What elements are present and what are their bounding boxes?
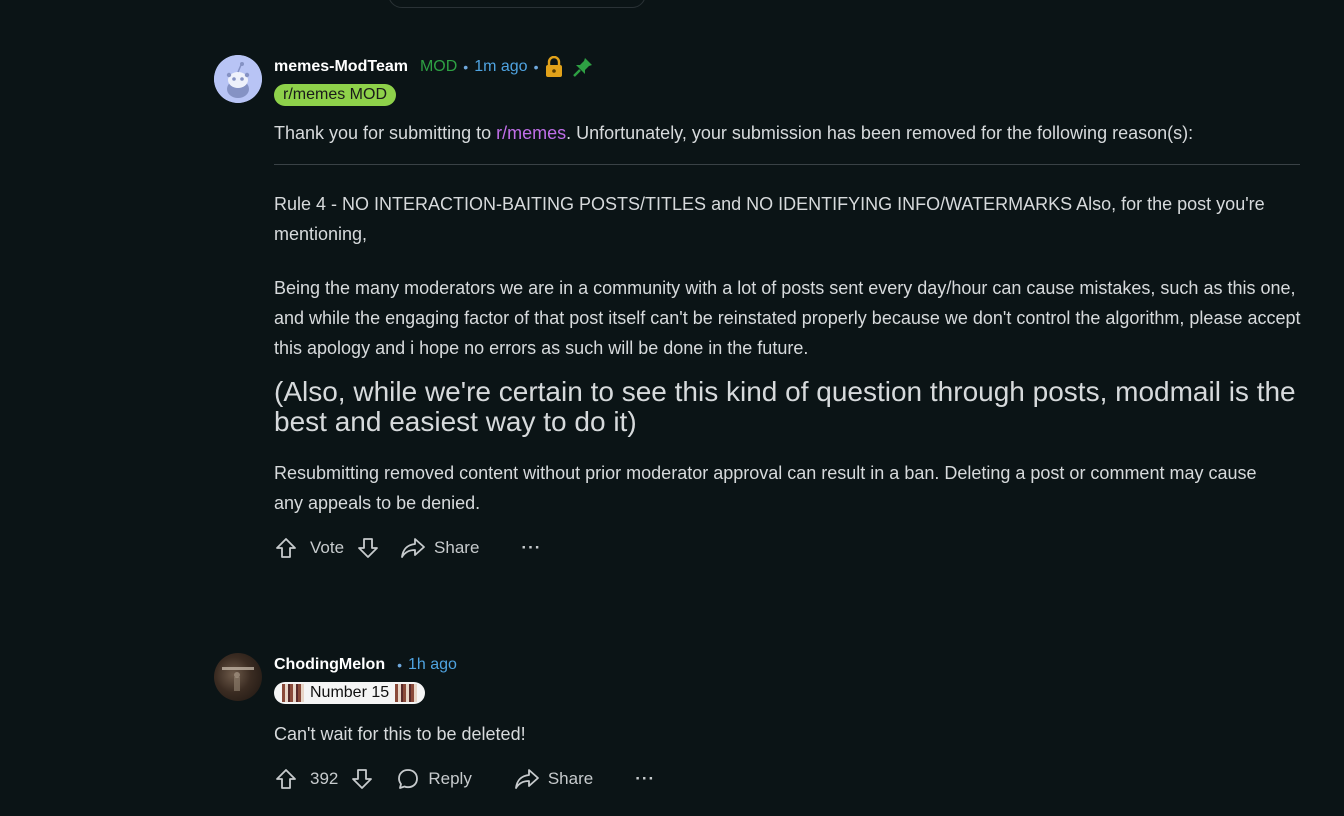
comment-actions: 392 Reply Share ··· xyxy=(274,763,1314,795)
reply-button[interactable]: Reply xyxy=(396,767,472,791)
mod-avatar[interactable] xyxy=(214,55,262,103)
share-button[interactable]: Share xyxy=(514,768,593,790)
user-flair: r/memes MOD xyxy=(274,84,396,106)
comment-text: Can't wait for this to be deleted! xyxy=(274,724,526,744)
share-button[interactable]: Share xyxy=(400,537,479,559)
separator-dot: • xyxy=(533,59,539,75)
modmail-note: (Also, while we're certain to see this k… xyxy=(274,376,1296,437)
more-options-button[interactable]: ··· xyxy=(635,769,655,789)
separator-dot: • xyxy=(397,657,402,673)
flair-emoji-image xyxy=(395,684,418,702)
search-bar-edge xyxy=(388,0,646,8)
intro-text: Thank you for submitting to r/memes. Unf… xyxy=(274,118,1284,148)
share-icon xyxy=(400,537,426,559)
lock-icon xyxy=(544,56,564,78)
author-name[interactable]: ChodingMelon xyxy=(274,656,385,674)
mod-label: MOD xyxy=(419,58,458,75)
more-options-button[interactable]: ··· xyxy=(521,538,541,558)
downvote-icon[interactable] xyxy=(356,536,380,560)
upvote-icon[interactable] xyxy=(274,536,298,560)
comment-actions: Vote Share ··· xyxy=(274,532,1314,564)
intro-text-end: . Unfortunately, your submission has bee… xyxy=(566,123,1194,143)
separator-dot: • xyxy=(463,59,469,75)
author-name[interactable]: memes-ModTeam xyxy=(274,58,408,76)
apology-text: Being the many moderators we are in a co… xyxy=(274,278,1301,358)
flair-text: Number 15 xyxy=(310,684,390,701)
timestamp[interactable]: 1h ago xyxy=(408,656,457,674)
share-label: Share xyxy=(547,769,594,788)
subreddit-link[interactable]: r/memes xyxy=(496,123,566,143)
user-comment-body: ChodingMelon • 1h ago Number 15 Can't wa… xyxy=(274,653,1314,795)
share-label: Share xyxy=(434,538,480,557)
divider xyxy=(274,164,1300,165)
upvote-icon[interactable] xyxy=(274,767,298,791)
reply-icon xyxy=(396,767,420,791)
warning-text: Resubmitting removed content without pri… xyxy=(274,463,1257,513)
user-flair: Number 15 xyxy=(274,682,426,704)
pin-icon xyxy=(572,56,594,78)
timestamp[interactable]: 1m ago xyxy=(474,58,527,76)
share-icon xyxy=(514,768,540,790)
downvote-icon[interactable] xyxy=(350,767,374,791)
rule-text: Rule 4 - NO INTERACTION-BAITING POSTS/TI… xyxy=(274,194,1265,244)
intro-text-start: Thank you for submitting to xyxy=(274,123,497,143)
vote-label: Vote xyxy=(310,538,345,557)
flair-emoji-image xyxy=(282,684,304,702)
user-avatar[interactable] xyxy=(214,653,262,701)
reply-label: Reply xyxy=(428,769,472,788)
vote-count: 392 xyxy=(310,769,339,788)
comment-meta: memes-ModTeam MOD • 1m ago • xyxy=(274,55,1314,79)
comment-meta: ChodingMelon • 1h ago xyxy=(274,653,1314,677)
mod-comment-body: memes-ModTeam MOD • 1m ago • r/memes MOD… xyxy=(274,55,1314,564)
